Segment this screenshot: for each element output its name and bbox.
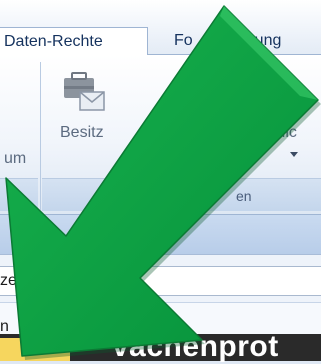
publish-button[interactable]: ublic xyxy=(250,92,321,172)
briefcase-mail-icon xyxy=(64,72,105,111)
ribbon-group-label: en xyxy=(236,188,252,204)
bottom-heading: vächenprot xyxy=(112,330,279,363)
text-field[interactable]: ze xyxy=(0,266,321,296)
highlight-chip xyxy=(0,338,70,361)
ribbon-group-footer xyxy=(42,178,321,211)
tab-formatierung-label: Fo xyxy=(174,32,193,49)
tab-formatierung[interactable]: Fo ung xyxy=(174,27,321,55)
tab-daten-rechte[interactable]: Daten-Rechte xyxy=(0,27,148,55)
text-field-value: ze xyxy=(0,272,17,289)
tab-formatierung-label-tail: ung xyxy=(254,32,282,49)
left-button-label[interactable]: um xyxy=(4,150,26,168)
toolbar-strip xyxy=(0,214,321,254)
owner-button-label: Besitz xyxy=(60,124,104,141)
ribbon-group-separator xyxy=(40,62,41,210)
ribbon-group-footer xyxy=(0,178,38,211)
owner-button[interactable]: Besitz xyxy=(52,64,122,154)
dropdown-arrow-icon xyxy=(290,152,298,157)
publish-button-label: ublic xyxy=(264,124,297,141)
